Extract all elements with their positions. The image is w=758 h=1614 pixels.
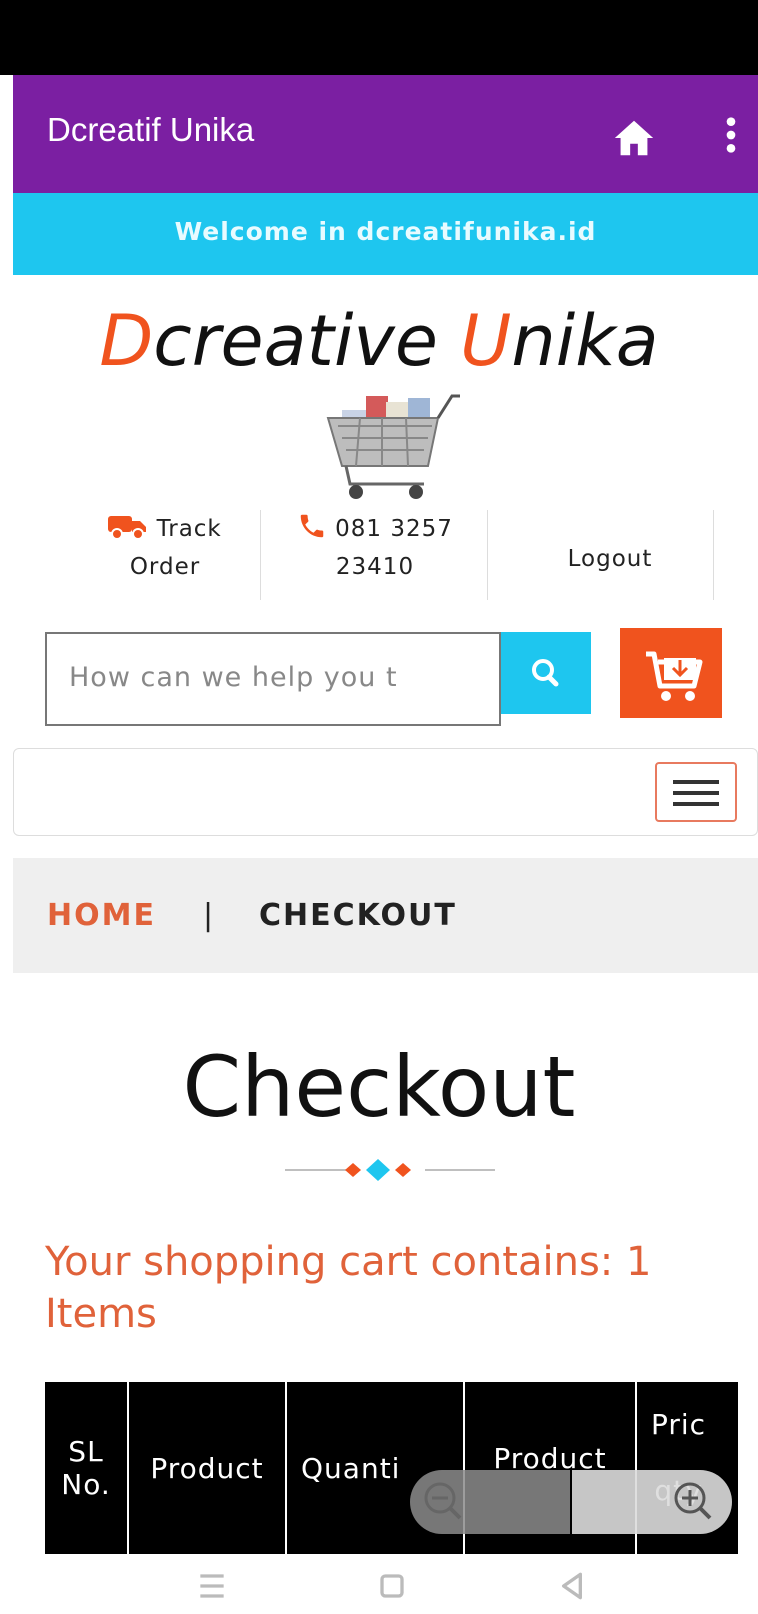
search-input[interactable]: How can we help you t	[45, 632, 501, 726]
track-order-line-2: Order	[129, 554, 201, 580]
divider	[487, 510, 488, 600]
track-order-link[interactable]: Track Order	[70, 510, 260, 600]
nav-bar	[13, 748, 758, 836]
shopping-cart-logo-image	[326, 394, 460, 499]
sl-line-2: No.	[61, 1468, 111, 1501]
title-divider-ornament	[285, 1159, 495, 1181]
cart-summary: Your shopping cart contains: 1 Items	[45, 1236, 745, 1340]
welcome-text: Welcome in dcreatifunika.id	[174, 217, 597, 246]
zoom-out-icon	[424, 1482, 462, 1520]
app-bar: Dcreatif Unika	[13, 75, 758, 193]
header-links: Track Order 081 3257 23410 Logout	[70, 510, 750, 610]
divider	[260, 510, 261, 600]
cart-summary-line-2: Items	[45, 1291, 157, 1337]
zoom-in-icon	[674, 1482, 712, 1520]
menu-icon	[673, 780, 719, 784]
sl-line-1: SL	[68, 1435, 104, 1468]
breadcrumb-home[interactable]: HOME	[47, 898, 156, 933]
page-title: Checkout	[182, 1038, 576, 1136]
phone-line-1: 081 3257	[335, 516, 453, 542]
home-nav-icon[interactable]	[372, 1566, 412, 1606]
back-icon[interactable]	[552, 1566, 592, 1606]
table-header-sl-no: SL No.	[45, 1382, 129, 1554]
table-header-product: Product	[129, 1382, 287, 1554]
status-bar	[0, 0, 758, 75]
truck-icon	[108, 516, 147, 540]
logo-word-2: nika	[511, 300, 659, 382]
menu-icon-bar	[673, 802, 719, 806]
recent-apps-icon[interactable]	[192, 1566, 232, 1606]
cart-summary-line-1: Your shopping cart contains: 1	[45, 1239, 652, 1285]
breadcrumb-separator: |	[203, 898, 216, 933]
welcome-banner: Welcome in dcreatifunika.id	[13, 193, 758, 275]
logout-text: Logout	[567, 546, 653, 572]
search-placeholder: How can we help you t	[69, 662, 398, 693]
site-logo[interactable]: Dcreative Unika	[0, 300, 758, 382]
search-icon	[532, 659, 559, 687]
zoom-control	[410, 1470, 732, 1534]
phone-link[interactable]: 081 3257 23410	[265, 510, 485, 600]
logo-word-1: creative	[153, 300, 461, 382]
phone-icon	[300, 514, 324, 538]
menu-toggle-button[interactable]	[655, 762, 737, 822]
search-button[interactable]	[501, 632, 591, 714]
price-line-1: Pric	[651, 1408, 707, 1441]
app-title: Dcreatif Unika	[47, 111, 255, 148]
home-icon[interactable]	[611, 115, 657, 161]
more-vert-icon[interactable]	[725, 115, 737, 155]
logo-letter-u: U	[460, 300, 512, 382]
zoom-out-button[interactable]	[410, 1470, 570, 1534]
zoom-in-button[interactable]	[572, 1470, 732, 1534]
breadcrumb-current: CHECKOUT	[259, 898, 457, 933]
track-order-line-1: Track	[156, 516, 222, 542]
logo-letter-d: D	[99, 300, 154, 382]
breadcrumb: HOME | CHECKOUT	[13, 858, 758, 973]
divider	[713, 510, 714, 600]
logout-link[interactable]: Logout	[510, 540, 710, 630]
phone-line-2: 23410	[335, 554, 415, 580]
system-nav-bar	[0, 1560, 758, 1614]
cart-icon	[646, 651, 703, 701]
menu-icon-bar	[673, 791, 719, 795]
cart-button[interactable]	[620, 628, 722, 718]
